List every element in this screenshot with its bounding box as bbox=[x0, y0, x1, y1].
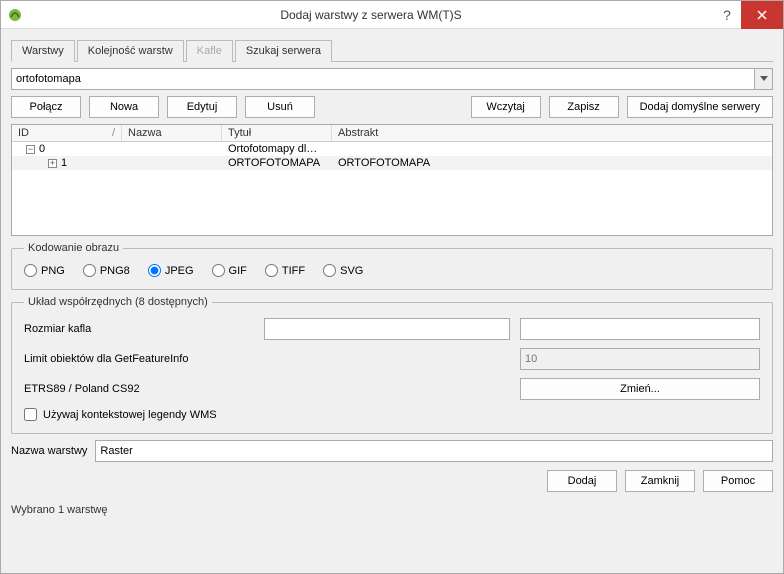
col-abstract[interactable]: Abstrakt bbox=[332, 125, 772, 141]
save-button[interactable]: Zapisz bbox=[549, 96, 619, 118]
col-name[interactable]: Nazwa bbox=[122, 125, 222, 141]
layer-name-label: Nazwa warstwy bbox=[11, 445, 87, 457]
add-button[interactable]: Dodaj bbox=[547, 470, 617, 492]
status-text: Wybrano 1 warstwę bbox=[11, 504, 773, 516]
tree-collapse-icon[interactable]: − bbox=[26, 145, 35, 154]
change-crs-button[interactable]: Zmień... bbox=[520, 378, 760, 400]
titlebar: Dodaj warstwy z serwera WM(T)S ? bbox=[1, 1, 783, 29]
radio-png8[interactable]: PNG8 bbox=[83, 264, 130, 277]
close-dialog-button[interactable]: Zamknij bbox=[625, 470, 695, 492]
tab-search-server[interactable]: Szukaj serwera bbox=[235, 40, 332, 62]
crs-group: Układ współrzędnych (8 dostępnych) Rozmi… bbox=[11, 296, 773, 434]
window-title: Dodaj warstwy z serwera WM(T)S bbox=[29, 8, 713, 22]
col-title[interactable]: Tytuł bbox=[222, 125, 332, 141]
radio-gif[interactable]: GIF bbox=[212, 264, 247, 277]
tab-layers[interactable]: Warstwy bbox=[11, 40, 75, 62]
help-button[interactable]: ? bbox=[713, 7, 741, 23]
connect-button[interactable]: Połącz bbox=[11, 96, 81, 118]
tree-expand-icon[interactable]: + bbox=[48, 159, 57, 168]
col-id[interactable]: ID/ bbox=[12, 125, 122, 141]
feature-limit-input bbox=[520, 348, 760, 370]
close-button[interactable] bbox=[741, 1, 783, 29]
tabbar: Warstwy Kolejność warstw Kafle Szukaj se… bbox=[11, 39, 773, 62]
crs-legend: Układ współrzędnych (8 dostępnych) bbox=[24, 296, 212, 308]
combo-drop-icon[interactable] bbox=[755, 68, 773, 90]
feature-limit-label: Limit obiektów dla GetFeatureInfo bbox=[24, 353, 254, 365]
table-row[interactable]: +1 ORTOFOTOMAPA ORTOFOTOMAPA bbox=[12, 156, 772, 170]
radio-jpeg[interactable]: JPEG bbox=[148, 264, 194, 277]
connection-input[interactable] bbox=[11, 68, 755, 90]
tile-size-x-input[interactable] bbox=[264, 318, 510, 340]
add-default-servers-button[interactable]: Dodaj domyślne serwery bbox=[627, 96, 773, 118]
contextual-legend-label: Używaj kontekstowej legendy WMS bbox=[43, 409, 217, 421]
delete-button[interactable]: Usuń bbox=[245, 96, 315, 118]
tile-size-label: Rozmiar kafla bbox=[24, 323, 254, 335]
table-row[interactable]: −0 Ortofotomapy dl… bbox=[12, 142, 772, 156]
image-encoding-group: Kodowanie obrazu PNG PNG8 JPEG GIF TIFF … bbox=[11, 242, 773, 290]
help-dialog-button[interactable]: Pomoc bbox=[703, 470, 773, 492]
radio-png[interactable]: PNG bbox=[24, 264, 65, 277]
layer-name-input[interactable] bbox=[95, 440, 773, 462]
edit-button[interactable]: Edytuj bbox=[167, 96, 237, 118]
app-icon bbox=[7, 7, 23, 23]
new-button[interactable]: Nowa bbox=[89, 96, 159, 118]
radio-tiff[interactable]: TIFF bbox=[265, 264, 305, 277]
contextual-legend-checkbox[interactable] bbox=[24, 408, 37, 421]
image-encoding-legend: Kodowanie obrazu bbox=[24, 242, 123, 254]
tile-size-y-input[interactable] bbox=[520, 318, 760, 340]
load-button[interactable]: Wczytaj bbox=[471, 96, 541, 118]
tab-tiles: Kafle bbox=[186, 40, 233, 62]
layer-table[interactable]: ID/ Nazwa Tytuł Abstrakt −0 Ortofotomapy… bbox=[11, 124, 773, 236]
current-crs-label: ETRS89 / Poland CS92 bbox=[24, 383, 254, 395]
connection-combo[interactable] bbox=[11, 68, 773, 90]
tab-layer-order[interactable]: Kolejność warstw bbox=[77, 40, 184, 62]
radio-svg[interactable]: SVG bbox=[323, 264, 363, 277]
